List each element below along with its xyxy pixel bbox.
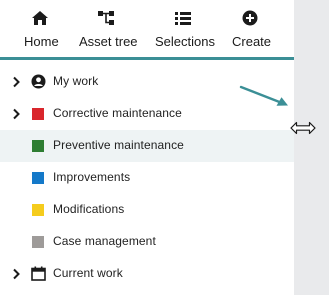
nav-item-preventive-maintenance[interactable]: Preventive maintenance bbox=[0, 130, 294, 162]
asset-tree-icon bbox=[98, 11, 114, 25]
nav-item-label: Current work bbox=[53, 266, 123, 280]
plus-circle-icon bbox=[242, 10, 258, 26]
selections-button[interactable]: Selections bbox=[150, 0, 216, 57]
yellow-square-icon bbox=[32, 204, 44, 216]
nav-item-label: Modifications bbox=[53, 202, 125, 216]
annotation-arrow-icon bbox=[239, 85, 288, 106]
app-window: Home Asset tree Selections Create My wor… bbox=[0, 0, 329, 295]
chevron-right-icon[interactable] bbox=[11, 76, 21, 88]
red-square-icon bbox=[32, 108, 44, 120]
chevron-right-icon[interactable] bbox=[11, 268, 21, 280]
asset-tree-label: Asset tree bbox=[79, 34, 138, 49]
navigation-panel: Home Asset tree Selections Create My wor… bbox=[0, 0, 294, 295]
blue-square-icon bbox=[32, 172, 44, 184]
asset-tree-button[interactable]: Asset tree bbox=[73, 0, 139, 57]
chevron-right-icon[interactable] bbox=[11, 108, 21, 120]
nav-item-label: Case management bbox=[53, 234, 156, 248]
home-icon bbox=[32, 11, 48, 25]
gray-square-icon bbox=[32, 236, 44, 248]
green-square-icon bbox=[32, 140, 44, 152]
nav-item-case-management[interactable]: Case management bbox=[0, 226, 294, 258]
nav-item-label: Preventive maintenance bbox=[53, 138, 184, 152]
create-label: Create bbox=[232, 34, 272, 49]
selections-label: Selections bbox=[155, 34, 215, 49]
nav-item-label: Corrective maintenance bbox=[53, 106, 182, 120]
list-icon bbox=[175, 12, 191, 25]
top-toolbar: Home Asset tree Selections Create bbox=[0, 0, 294, 60]
calendar-icon bbox=[31, 266, 46, 281]
home-label: Home bbox=[24, 34, 59, 49]
nav-item-current-work[interactable]: Current work bbox=[0, 258, 294, 290]
nav-item-label: Improvements bbox=[53, 170, 131, 184]
nav-item-improvements[interactable]: Improvements bbox=[0, 162, 294, 194]
home-button[interactable]: Home bbox=[16, 0, 64, 57]
user-circle-icon bbox=[31, 74, 46, 89]
nav-item-modifications[interactable]: Modifications bbox=[0, 194, 294, 226]
create-button[interactable]: Create bbox=[228, 0, 272, 57]
resize-horizontal-cursor-icon[interactable] bbox=[290, 121, 316, 135]
content-pane bbox=[294, 0, 329, 295]
nav-item-label: My work bbox=[53, 74, 99, 88]
